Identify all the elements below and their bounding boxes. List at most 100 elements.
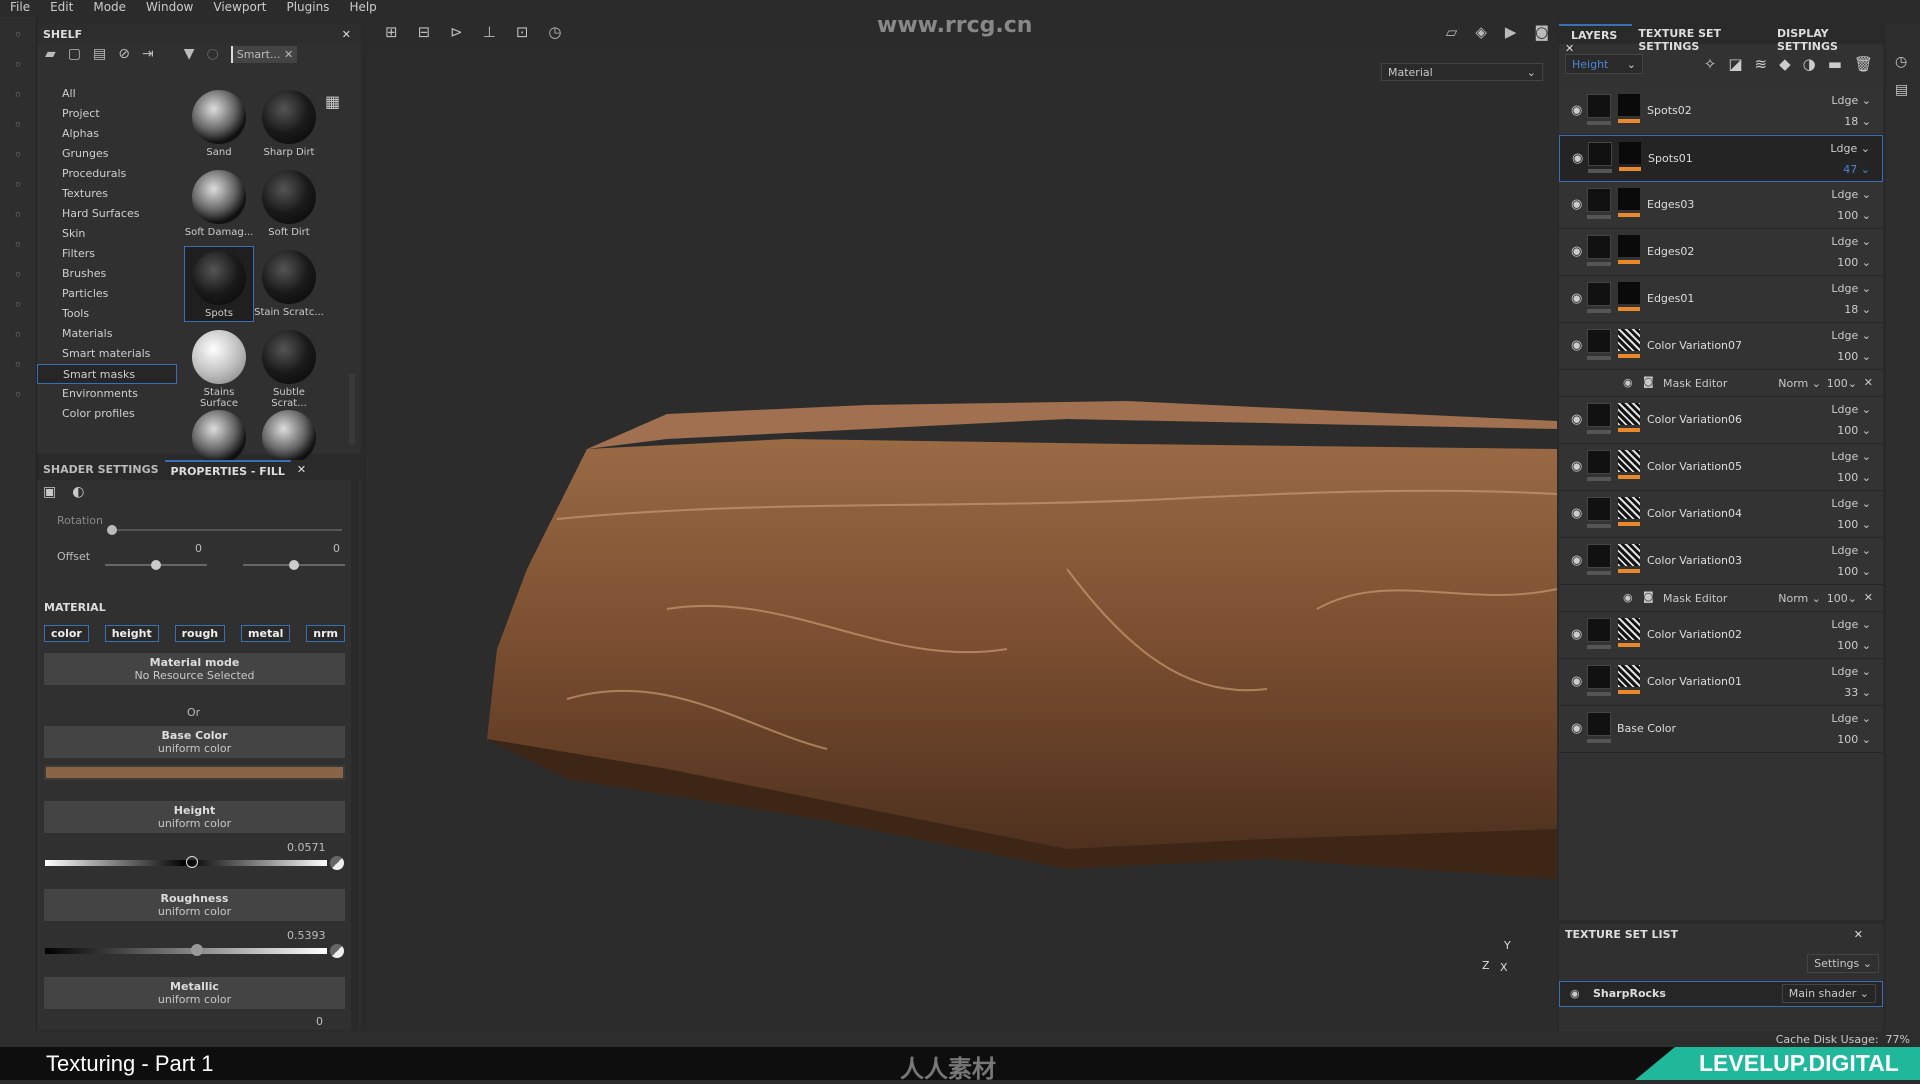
eraser-icon[interactable]: ◦: [8, 56, 28, 76]
layer-row[interactable]: ◉ Base Color Ldge ⌄ 100 ⌄: [1559, 706, 1883, 753]
log-icon[interactable]: ▤: [1895, 82, 1911, 98]
import-icon[interactable]: ⇥: [142, 46, 154, 63]
frame-icon[interactable]: ⊡: [516, 23, 529, 41]
hide-icon[interactable]: ⊘: [118, 46, 130, 63]
blend-mode-dropdown[interactable]: Ldge ⌄: [1831, 94, 1871, 107]
clone-icon[interactable]: ◦: [8, 176, 28, 196]
height-button[interactable]: Height uniform color: [44, 801, 345, 833]
add-layer-icon[interactable]: ≋: [1755, 55, 1768, 73]
cube-icon[interactable]: ◈: [1475, 23, 1487, 41]
screenshot-icon[interactable]: ◙: [1534, 23, 1549, 41]
blend-mode-dropdown[interactable]: Ldge ⌄: [1831, 544, 1871, 557]
mask-thumbnail[interactable]: [1618, 403, 1640, 425]
roughness-button[interactable]: Roughness uniform color: [44, 889, 345, 921]
bake-icon[interactable]: ◦: [8, 266, 28, 286]
export-icon[interactable]: ◦: [8, 356, 28, 376]
menu-viewport[interactable]: Viewport: [203, 0, 276, 17]
shelf-category-brushes[interactable]: Brushes: [37, 264, 177, 284]
shelf-item[interactable]: Soft Damag...: [184, 166, 254, 242]
tab-layers[interactable]: LAYERS ✕: [1559, 24, 1633, 55]
shelf-category-hard-surfaces[interactable]: Hard Surfaces: [37, 204, 177, 224]
channel-nrm[interactable]: nrm: [306, 625, 345, 642]
3d-viewport[interactable]: Material ⌄ YZX: [367, 49, 1557, 1031]
eye-icon[interactable]: ◉: [1623, 376, 1633, 389]
shelf-category-procedurals[interactable]: Procedurals: [37, 164, 177, 184]
mirror-icon[interactable]: ⊳: [450, 23, 463, 41]
channel-rough[interactable]: rough: [174, 625, 226, 642]
mask-thumbnail[interactable]: [1618, 544, 1640, 566]
shelf-item[interactable]: Subtle Scrat...: [254, 326, 324, 409]
menu-help[interactable]: Help: [339, 0, 386, 17]
channel-height[interactable]: height: [104, 625, 159, 642]
shelf-item[interactable]: Soft Dirt: [254, 166, 324, 242]
menu-edit[interactable]: Edit: [40, 0, 83, 17]
grid-icon[interactable]: ⊞: [385, 23, 398, 41]
blend-mode-dropdown[interactable]: Ldge ⌄: [1831, 403, 1871, 416]
shelf-category-color-profiles[interactable]: Color profiles: [37, 404, 177, 424]
mask-thumbnail[interactable]: [1618, 235, 1640, 257]
shelf-category-particles[interactable]: Particles: [37, 284, 177, 304]
mask-thumbnail[interactable]: [1618, 94, 1640, 116]
magic-wand-icon[interactable]: ✧: [1704, 55, 1717, 73]
opacity-dropdown[interactable]: 100 ⌄: [1837, 639, 1871, 652]
close-icon[interactable]: ✕: [342, 28, 351, 41]
eye-icon[interactable]: ◉: [1570, 987, 1580, 1000]
opacity-dropdown[interactable]: 33 ⌄: [1844, 686, 1871, 699]
layer-row[interactable]: ◉ Edges02 Ldge ⌄ 100 ⌄: [1559, 229, 1883, 276]
opacity-dropdown[interactable]: 100⌄: [1827, 592, 1857, 605]
layer-row[interactable]: ◉ Edges03 Ldge ⌄ 100 ⌄: [1559, 182, 1883, 229]
shader-dropdown[interactable]: Main shader ⌄: [1781, 984, 1876, 1003]
eye-icon[interactable]: ◉: [1571, 197, 1582, 212]
shelf-category-grunges[interactable]: Grunges: [37, 144, 177, 164]
material-mode-button[interactable]: Material mode No Resource Selected: [44, 653, 345, 685]
mask-thumbnail[interactable]: [1618, 450, 1640, 472]
channel-select[interactable]: Height ⌄: [1565, 54, 1643, 74]
layer-row[interactable]: ◉ Color Variation02 Ldge ⌄ 100 ⌄: [1559, 612, 1883, 659]
blend-mode-dropdown[interactable]: Ldge ⌄: [1830, 142, 1870, 155]
layer-row[interactable]: ◉ Color Variation01 Ldge ⌄ 33 ⌄: [1559, 659, 1883, 706]
eye-icon[interactable]: ◉: [1571, 627, 1582, 642]
blend-mode-dropdown[interactable]: Ldge ⌄: [1831, 665, 1871, 678]
filter-icon[interactable]: ▼: [184, 46, 195, 63]
mask-thumbnail[interactable]: [1618, 282, 1640, 304]
eye-icon[interactable]: ◉: [1571, 721, 1582, 736]
opacity-dropdown[interactable]: 100 ⌄: [1837, 256, 1871, 269]
eye-icon[interactable]: ◉: [1572, 151, 1583, 166]
shelf-category-skin[interactable]: Skin: [37, 224, 177, 244]
blend-mode-dropdown[interactable]: Norm ⌄: [1778, 592, 1821, 605]
opacity-dropdown[interactable]: 100 ⌄: [1837, 565, 1871, 578]
shelf-category-alphas[interactable]: Alphas: [37, 124, 177, 144]
layer-row[interactable]: ◉ Color Variation04 Ldge ⌄ 100 ⌄: [1559, 491, 1883, 538]
blend-mode-dropdown[interactable]: Ldge ⌄: [1831, 235, 1871, 248]
opacity-dropdown[interactable]: 100 ⌄: [1837, 209, 1871, 222]
menu-file[interactable]: File: [0, 0, 40, 17]
eye-icon[interactable]: ◉: [1571, 338, 1582, 353]
opacity-dropdown[interactable]: 100 ⌄: [1837, 424, 1871, 437]
height-picker-icon[interactable]: [330, 856, 344, 870]
opacity-dropdown[interactable]: 100 ⌄: [1837, 518, 1871, 531]
shelf-category-smart-masks[interactable]: Smart masks: [37, 364, 177, 384]
properties-scrollbar[interactable]: [351, 460, 359, 1030]
eye-icon[interactable]: ◉: [1571, 674, 1582, 689]
history-icon[interactable]: ◷: [548, 23, 561, 41]
height-slider[interactable]: [45, 856, 327, 868]
blend-mode-dropdown[interactable]: Ldge ⌄: [1831, 497, 1871, 510]
substance-icon[interactable]: ◦: [8, 236, 28, 256]
mask-thumbnail[interactable]: [1618, 618, 1640, 640]
picker-icon[interactable]: ◦: [8, 206, 28, 226]
shelf-category-smart-materials[interactable]: Smart materials: [37, 344, 177, 364]
menu-mode[interactable]: Mode: [83, 0, 136, 17]
mask-thumbnail[interactable]: [1618, 188, 1640, 210]
projection-icon[interactable]: ◦: [8, 86, 28, 106]
offset-x-slider[interactable]: [105, 560, 207, 570]
roughness-slider[interactable]: [45, 944, 327, 956]
close-icon[interactable]: ✕: [1854, 928, 1863, 941]
shelf-category-all[interactable]: All: [37, 84, 177, 104]
rotation-slider[interactable]: [107, 525, 342, 535]
close-icon[interactable]: ✕: [1864, 591, 1873, 604]
texture-set-row[interactable]: ◉ SharpRocks Main shader ⌄: [1559, 981, 1883, 1007]
opacity-dropdown[interactable]: 100 ⌄: [1837, 471, 1871, 484]
brush-icon[interactable]: ◦: [8, 26, 28, 46]
channel-metal[interactable]: metal: [241, 625, 291, 642]
layer-row[interactable]: ◉ Edges01 Ldge ⌄ 18 ⌄: [1559, 276, 1883, 323]
